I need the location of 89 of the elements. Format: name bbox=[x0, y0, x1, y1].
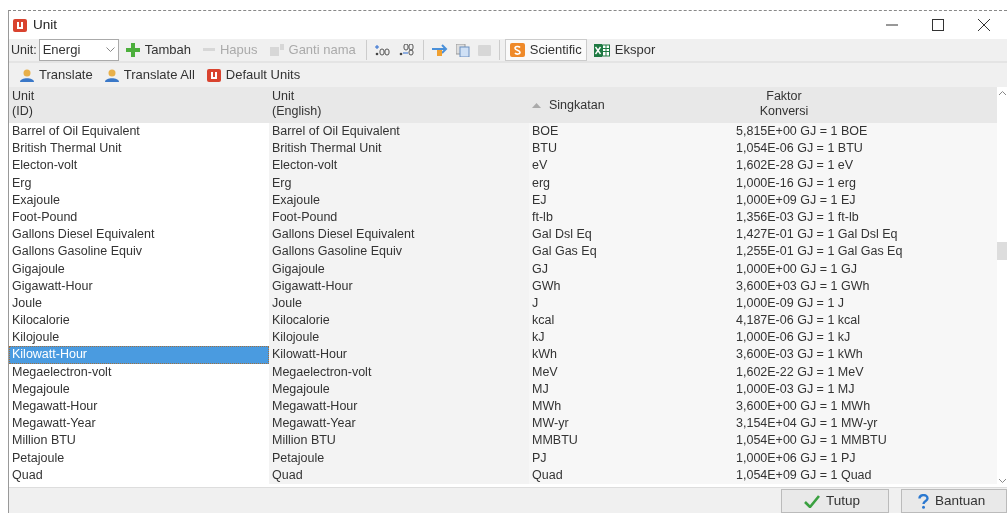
app-logo-icon bbox=[13, 18, 27, 32]
table-cell: MWh bbox=[529, 398, 731, 416]
table-cell: 1,000E-06 GJ = 1 kJ bbox=[731, 329, 997, 347]
table-cell: BOE bbox=[529, 123, 731, 141]
table-cell: kcal bbox=[529, 312, 731, 330]
table-cell[interactable]: Megawatt-Year bbox=[9, 415, 269, 433]
table-cell: Kilowatt-Hour bbox=[269, 346, 529, 364]
close-icon bbox=[978, 19, 990, 31]
table-cell: eV bbox=[529, 157, 731, 175]
table-cell: 1,255E-01 GJ = 1 Gal Gas Eq bbox=[731, 243, 997, 261]
table-cell: Gal Dsl Eq bbox=[529, 226, 731, 244]
scroll-down-icon bbox=[999, 479, 1006, 483]
table-cell: 1,054E-06 GJ = 1 BTU bbox=[731, 140, 997, 158]
table-cell[interactable]: Exajoule bbox=[9, 191, 269, 209]
scientific-icon bbox=[509, 43, 525, 57]
column-header[interactable]: Unit (English) bbox=[269, 87, 529, 123]
table-cell: 3,154E+04 GJ = 1 MW-yr bbox=[731, 415, 997, 433]
footer-button[interactable]: Tutup bbox=[781, 489, 889, 513]
table-cell: 3,600E+00 GJ = 1 MWh bbox=[731, 398, 997, 416]
column-header[interactable]: Faktor Konversi bbox=[731, 87, 997, 123]
column-header[interactable]: Singkatan bbox=[529, 87, 731, 123]
table-cell: Megawatt-Year bbox=[269, 415, 529, 433]
table-cell[interactable]: Megawatt-Hour bbox=[9, 398, 269, 416]
table-cell[interactable]: Barrel of Oil Equivalent bbox=[9, 123, 269, 141]
decimal-increase-icon bbox=[374, 44, 391, 56]
plus-icon bbox=[125, 43, 140, 57]
toolbar-toggle[interactable]: Scientific bbox=[504, 39, 587, 61]
table-cell: Gallons Gasoline Equiv bbox=[269, 243, 529, 261]
table-cell: Gal Gas Eq bbox=[529, 243, 731, 261]
person-icon bbox=[104, 68, 119, 82]
table-cell: Kilocalorie bbox=[269, 312, 529, 330]
toolbar-button[interactable]: Translate bbox=[15, 64, 98, 86]
table-cell: BTU bbox=[529, 140, 731, 158]
table-cell[interactable]: Kilocalorie bbox=[9, 312, 269, 330]
unit-label: Unit: bbox=[11, 41, 37, 59]
table-cell: 1,602E-28 GJ = 1 eV bbox=[731, 157, 997, 175]
toolbar-button[interactable]: Translate All bbox=[99, 64, 200, 86]
copy-icon bbox=[455, 43, 470, 57]
chevron-down-icon bbox=[105, 47, 115, 53]
scrollbar-thumb[interactable] bbox=[997, 242, 1007, 260]
help-icon bbox=[918, 493, 929, 509]
table-cell[interactable]: Electon-volt bbox=[9, 157, 269, 175]
table-cell: Kilojoule bbox=[269, 329, 529, 347]
window-title: Unit bbox=[33, 15, 57, 34]
table-cell[interactable]: Gigawatt-Hour bbox=[9, 277, 269, 295]
table-cell: kWh bbox=[529, 346, 731, 364]
table-cell: Gallons Diesel Equivalent bbox=[269, 226, 529, 244]
table-cell: Barrel of Oil Equivalent bbox=[269, 123, 529, 141]
table-cell: Megawatt-Hour bbox=[269, 398, 529, 416]
table-cell[interactable]: Erg bbox=[9, 174, 269, 192]
app-logo-icon bbox=[206, 68, 221, 82]
table-cell[interactable]: Megaelectron-volt bbox=[9, 363, 269, 381]
table-cell[interactable]: Gigajoule bbox=[9, 260, 269, 278]
scroll-up-icon bbox=[998, 91, 1006, 95]
person-icon bbox=[20, 68, 34, 82]
decimal-decrease-icon bbox=[398, 44, 415, 56]
table-cell[interactable]: Megajoule bbox=[9, 380, 269, 398]
unit-dropdown[interactable]: Energi bbox=[38, 39, 119, 61]
toolbar-button[interactable]: Default Units bbox=[201, 64, 306, 86]
table-cell[interactable]: Petajoule bbox=[9, 449, 269, 467]
toolbar-button[interactable]: Ekspor bbox=[588, 39, 661, 61]
table-cell: kJ bbox=[529, 329, 731, 347]
table-cell: 1,054E+00 GJ = 1 MMBTU bbox=[731, 432, 997, 450]
move-icon bbox=[431, 44, 448, 56]
table-cell[interactable]: Foot-Pound bbox=[9, 208, 269, 227]
table-cell: Electon-volt bbox=[269, 157, 529, 175]
table-cell: MW-yr bbox=[529, 415, 731, 433]
spreadsheet-icon bbox=[593, 43, 610, 57]
table-cell: 1,427E-01 GJ = 1 Gal Dsl Eq bbox=[731, 226, 997, 244]
table-cell[interactable]: Gallons Diesel Equivalent bbox=[9, 226, 269, 244]
column-header[interactable]: Unit (ID) bbox=[9, 87, 269, 123]
table-cell[interactable]: Million BTU bbox=[9, 432, 269, 450]
rename-icon bbox=[269, 44, 284, 56]
table-cell[interactable]: Quad bbox=[9, 466, 269, 484]
maximize-icon bbox=[932, 19, 944, 31]
table-cell[interactable]: British Thermal Unit bbox=[9, 140, 269, 158]
check-icon bbox=[804, 494, 820, 508]
table-cell: 5,815E+00 GJ = 1 BOE bbox=[731, 123, 997, 141]
table-cell: Million BTU bbox=[269, 432, 529, 450]
toolbar-button[interactable]: Tambah bbox=[120, 39, 196, 61]
table-cell: 4,187E-06 GJ = 1 kcal bbox=[731, 312, 997, 330]
table-cell[interactable]: Kilojoule bbox=[9, 329, 269, 347]
table-cell: British Thermal Unit bbox=[269, 140, 529, 158]
table-cell: 3,600E-03 GJ = 1 kWh bbox=[731, 346, 997, 364]
footer-button[interactable]: Bantuan bbox=[901, 489, 1007, 513]
paste-icon bbox=[477, 44, 491, 56]
table-cell[interactable]: Joule bbox=[9, 294, 269, 313]
table-cell[interactable]: Gallons Gasoline Equiv bbox=[9, 243, 269, 261]
table-cell: MMBTU bbox=[529, 432, 731, 450]
